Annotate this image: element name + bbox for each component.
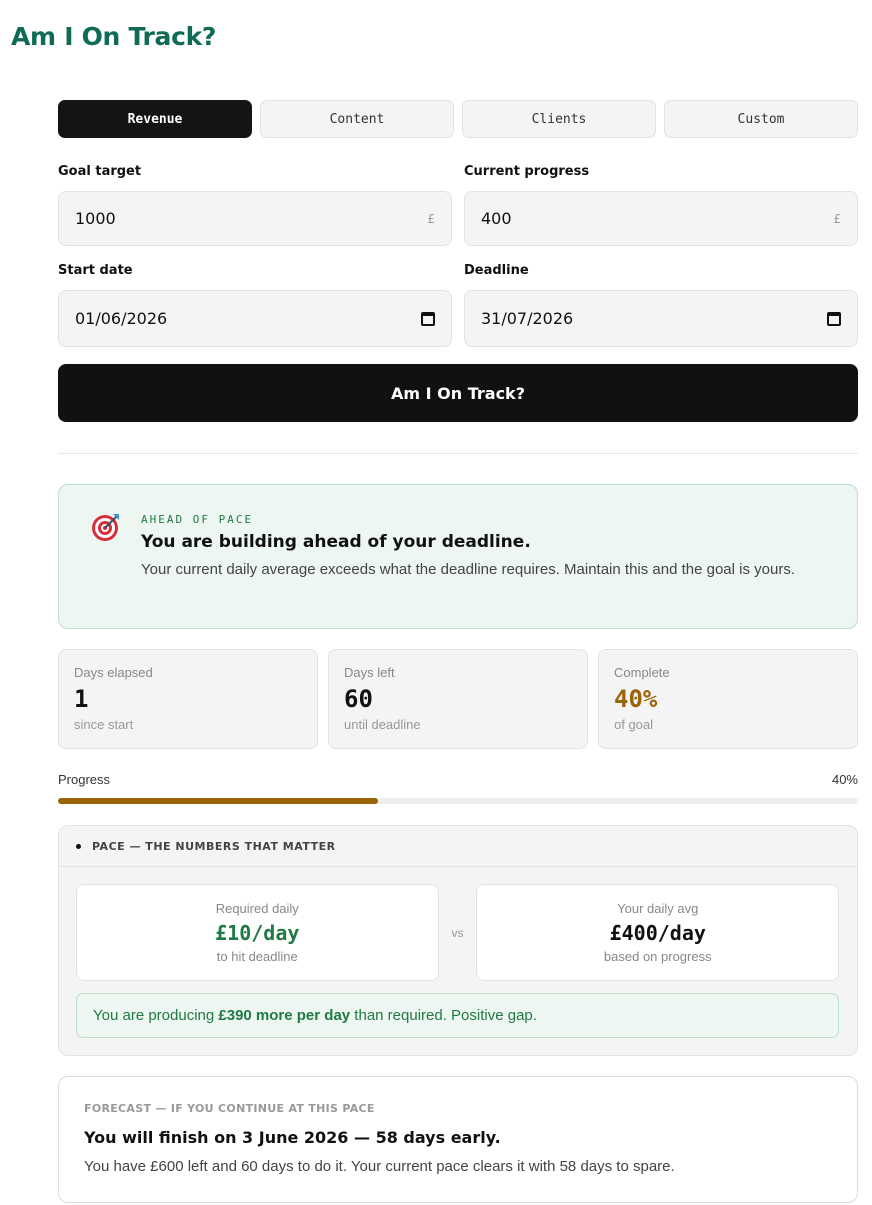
target-icon [92, 514, 119, 541]
daily-avg-value: £400/day [609, 921, 706, 945]
daily-avg-card: Your daily avg £400/day based on progres… [476, 884, 840, 981]
status-body: Your current daily average exceeds what … [141, 561, 796, 578]
current-progress-group: Current progress 400 £ [464, 164, 858, 246]
start-date-value: 01/06/2026 [75, 309, 168, 328]
daily-avg-sub: based on progress [603, 949, 712, 964]
stat-label: Days elapsed [74, 665, 153, 680]
deadline-value: 31/07/2026 [481, 309, 574, 328]
stat-sub: of goal [614, 717, 654, 732]
goal-target-input[interactable]: 1000 £ [58, 191, 452, 246]
status-eyebrow: AHEAD OF PACE [141, 513, 254, 526]
stat-days-elapsed: Days elapsed 1 since start [58, 649, 318, 749]
tab-custom[interactable]: Custom [664, 100, 858, 138]
tab-revenue[interactable]: Revenue [58, 100, 252, 138]
progress-header: Progress 40% [58, 772, 858, 787]
check-track-button[interactable]: Am I On Track? [58, 364, 858, 422]
stat-days-left: Days left 60 until deadline [328, 649, 588, 749]
forecast-card: FORECAST — IF YOU CONTINUE AT THIS PACE … [58, 1076, 858, 1203]
forecast-eyebrow: FORECAST — IF YOU CONTINUE AT THIS PACE [84, 1102, 375, 1115]
required-daily-sub: to hit deadline [216, 949, 298, 964]
calendar-icon[interactable] [827, 311, 841, 326]
start-date-group: Start date 01/06/2026 [58, 263, 452, 347]
pace-panel: PACE — THE NUMBERS THAT MATTER Required … [58, 825, 858, 1056]
tab-content[interactable]: Content [260, 100, 454, 138]
goal-target-label: Goal target [58, 164, 142, 179]
divider [58, 453, 858, 454]
progress-percent: 40% [831, 772, 858, 787]
deadline-label: Deadline [464, 263, 529, 278]
bullet-icon [76, 843, 81, 849]
current-progress-input[interactable]: 400 £ [464, 191, 858, 246]
stat-value: 40% [614, 685, 658, 713]
pace-comparison: Required daily £10/day to hit deadline v… [76, 884, 840, 981]
status-card: AHEAD OF PACE You are building ahead of … [58, 484, 858, 629]
pace-note-suffix: than required. Positive gap. [350, 1007, 537, 1024]
goal-target-group: Goal target 1000 £ [58, 164, 452, 246]
pace-note-highlight: £390 more per day [218, 1007, 351, 1024]
current-progress-label: Current progress [464, 164, 590, 179]
stat-sub: until deadline [344, 717, 421, 732]
stats-row: Days elapsed 1 since start Days left 60 … [58, 649, 858, 749]
pace-heading: PACE — THE NUMBERS THAT MATTER [92, 839, 336, 853]
goal-target-value: 1000 [75, 209, 116, 228]
required-daily-value: £10/day [215, 921, 300, 945]
pace-note-prefix: You are producing [93, 1007, 219, 1024]
stat-value: 1 [74, 685, 89, 713]
pace-gap-note: You are producing £390 more per day than… [76, 993, 839, 1038]
pace-header: PACE — THE NUMBERS THAT MATTER [59, 826, 857, 867]
stat-label: Complete [614, 665, 670, 680]
start-date-label: Start date [58, 263, 133, 278]
daily-avg-label: Your daily avg [617, 901, 699, 916]
stat-complete: Complete 40% of goal [598, 649, 858, 749]
progress-label: Progress [58, 772, 111, 787]
stat-value: 60 [344, 685, 373, 713]
forecast-body: You have £600 left and 60 days to do it.… [84, 1158, 675, 1175]
tab-clients[interactable]: Clients [462, 100, 656, 138]
calendar-icon[interactable] [421, 311, 435, 326]
progress-bar [58, 798, 858, 804]
current-progress-value: 400 [481, 209, 512, 228]
forecast-title: You will finish on 3 June 2026 — 58 days… [84, 1128, 501, 1147]
stat-sub: since start [74, 717, 134, 732]
vs-label: vs [451, 925, 464, 940]
app-title: Am I On Track? [11, 22, 217, 51]
deadline-group: Deadline 31/07/2026 [464, 263, 858, 347]
stat-label: Days left [344, 665, 395, 680]
required-daily-label: Required daily [215, 901, 299, 916]
status-title: You are building ahead of your deadline. [141, 532, 531, 552]
deadline-input[interactable]: 31/07/2026 [464, 290, 858, 347]
progress-bar-fill [58, 798, 378, 804]
currency-suffix: £ [427, 211, 435, 226]
goal-form: Goal target 1000 £ Current progress 400 … [58, 164, 858, 347]
required-daily-card: Required daily £10/day to hit deadline [76, 884, 439, 981]
start-date-input[interactable]: 01/06/2026 [58, 290, 452, 347]
goal-type-tabs: Revenue Content Clients Custom [58, 100, 858, 138]
currency-suffix: £ [833, 211, 841, 226]
main-panel: Revenue Content Clients Custom Goal targ… [58, 100, 858, 1203]
